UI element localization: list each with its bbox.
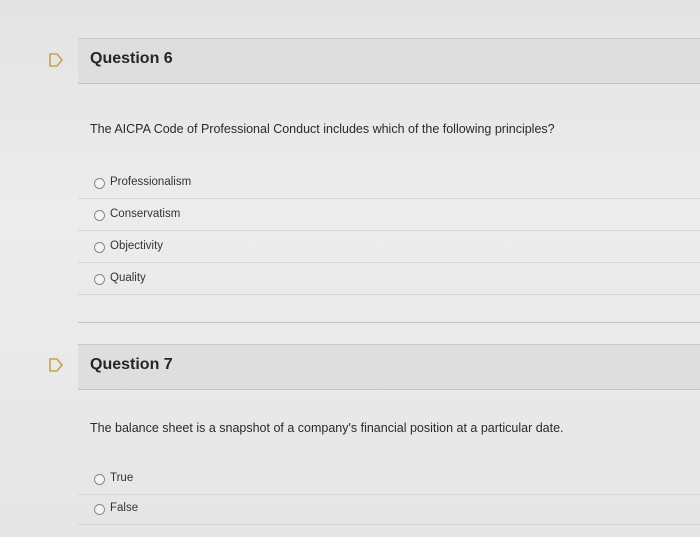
radio-button[interactable] [94,242,105,253]
question-text: The balance sheet is a snapshot of a com… [90,421,564,435]
question-title: Question 7 [90,356,173,373]
answer-option[interactable]: True [78,466,700,495]
answer-label: Quality [110,272,146,284]
answer-label: True [110,472,134,484]
answer-option[interactable]: Quality [78,266,700,295]
answer-option[interactable]: Objectivity [78,234,700,263]
answer-label: False [110,502,139,514]
flag-icon[interactable] [48,357,64,373]
question-header: Question 6 [78,38,700,84]
question-title: Question 6 [90,50,173,67]
question-text: The AICPA Code of Professional Conduct i… [90,122,555,136]
answer-option[interactable]: Professionalism [78,170,700,199]
answer-label: Professionalism [110,176,192,188]
quiz-page: Question 6 The AICPA Code of Professiona… [0,0,700,537]
answer-option[interactable]: False [78,496,700,525]
answer-label: Conservatism [110,208,181,220]
radio-button[interactable] [94,210,105,221]
answer-option[interactable]: Conservatism [78,202,700,231]
question-header: Question 7 [78,344,700,390]
radio-button[interactable] [94,274,105,285]
panel-divider [78,322,700,323]
radio-button[interactable] [94,474,105,485]
radio-button[interactable] [94,178,105,189]
radio-button[interactable] [94,504,105,515]
flag-icon[interactable] [48,52,64,68]
answer-label: Objectivity [110,240,164,252]
